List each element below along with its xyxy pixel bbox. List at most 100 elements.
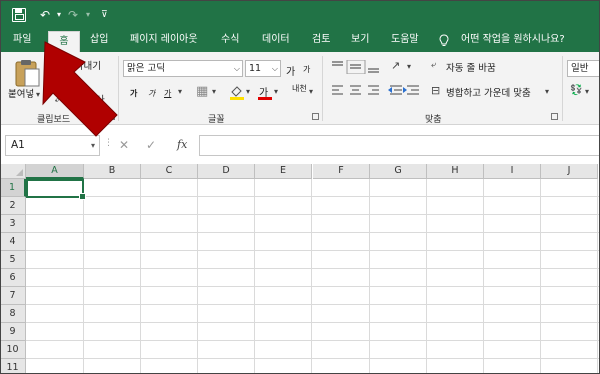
grid-line — [311, 179, 312, 374]
grow-font-button[interactable]: 가 — [286, 63, 295, 78]
copy-icon[interactable]: ⧉ — [54, 75, 61, 86]
border-icon[interactable]: ▦ — [196, 84, 208, 99]
border-dropdown-icon[interactable]: ▾ — [212, 87, 216, 96]
column-header-i[interactable]: I — [484, 164, 541, 179]
merge-center-button[interactable]: 병합하고 가운데 맞춤 — [446, 85, 531, 99]
row-header-7[interactable]: 7 — [0, 287, 26, 305]
chevron-down-icon[interactable]: ▾ — [91, 136, 95, 155]
font-launcher-icon[interactable] — [312, 113, 319, 120]
tab-page-layout[interactable]: 페이지 레이아웃 — [130, 30, 198, 52]
customize-qat-icon[interactable]: ⊽ — [101, 6, 108, 24]
format-painter-icon[interactable]: 🖌 — [54, 92, 67, 103]
tab-review[interactable]: 검토 — [312, 30, 330, 52]
grid-line — [254, 179, 255, 374]
accounting-format-icon[interactable]: 💱 — [570, 85, 582, 96]
column-header-h[interactable]: H — [427, 164, 484, 179]
orientation-dropdown-icon[interactable]: ▾ — [407, 62, 411, 71]
alignment-launcher-icon[interactable] — [551, 113, 558, 120]
column-header-j[interactable]: J — [541, 164, 598, 179]
font-name-combo[interactable]: 맑은 고딕 ⌵ — [123, 60, 243, 77]
tab-view[interactable]: 보기 — [351, 30, 369, 52]
wrap-text-button[interactable]: 자동 줄 바꿈 — [446, 60, 496, 74]
formula-input[interactable] — [199, 135, 600, 156]
row-header-3[interactable]: 3 — [0, 215, 26, 233]
row-header-1[interactable]: 1 — [0, 179, 26, 197]
merge-dropdown-icon[interactable]: ▾ — [545, 87, 549, 96]
insert-function-button[interactable]: fx — [177, 138, 187, 151]
undo-dropdown-icon[interactable]: ▾ — [57, 6, 61, 24]
chevron-down-icon[interactable]: ⌵ — [272, 61, 278, 76]
grid-line — [26, 268, 600, 269]
clipboard-launcher-icon[interactable] — [108, 113, 115, 120]
group-divider — [322, 56, 323, 121]
vertical-align-icons[interactable] — [330, 60, 382, 74]
bold-button[interactable]: 가 — [130, 88, 137, 99]
grid-line — [426, 179, 427, 374]
select-all-button[interactable] — [0, 164, 26, 179]
row-header-11[interactable]: 11 — [0, 359, 26, 374]
chevron-down-icon[interactable]: ⌵ — [234, 61, 240, 76]
cancel-icon[interactable]: ✕ — [119, 138, 129, 152]
clipboard-group-label: 클립보드 — [37, 115, 71, 125]
row-header-8[interactable]: 8 — [0, 305, 26, 323]
row-header-4[interactable]: 4 — [0, 233, 26, 251]
merge-center-icon[interactable]: ⊟ — [431, 84, 440, 97]
number-format-combo[interactable]: 일반 — [567, 60, 600, 77]
column-header-e[interactable]: E — [255, 164, 312, 179]
orientation-icon[interactable]: ↗ — [391, 59, 400, 72]
cut-button[interactable]: 잘라내기 — [66, 58, 101, 72]
column-header-a[interactable]: A — [26, 164, 84, 179]
grid-line — [26, 196, 600, 197]
paste-icon[interactable] — [12, 58, 42, 88]
alignment-group-label: 맞춤 — [425, 115, 442, 125]
row-header-10[interactable]: 10 — [0, 341, 26, 359]
row-header-5[interactable]: 5 — [0, 251, 26, 269]
tab-help[interactable]: 도움말 — [391, 30, 419, 52]
tab-home[interactable]: 홈 — [48, 31, 80, 53]
phonetic-button[interactable]: 내천 — [292, 83, 307, 94]
grid-line — [26, 358, 600, 359]
tab-formulas[interactable]: 수식 — [221, 30, 239, 52]
redo-dropdown-icon[interactable]: ▾ — [86, 6, 90, 24]
column-header-d[interactable]: D — [198, 164, 255, 179]
fill-color-dropdown-icon[interactable]: ▾ — [246, 87, 250, 96]
grid-line — [26, 214, 600, 215]
column-header-g[interactable]: G — [370, 164, 427, 179]
column-header-c[interactable]: C — [141, 164, 198, 179]
cut-icon[interactable]: ✂ — [54, 58, 62, 69]
horizontal-align-icons[interactable] — [330, 84, 420, 96]
column-header-f[interactable]: F — [313, 164, 370, 179]
tab-insert[interactable]: 삽입 — [90, 30, 108, 52]
shrink-font-button[interactable]: 가 — [303, 64, 310, 75]
italic-button[interactable]: 가 — [148, 88, 155, 99]
worksheet-grid[interactable]: ABCDEFGHIJ 1 2 3 4 5 6 7 8 9 10 11 — [0, 164, 600, 374]
phonetic-dropdown-icon[interactable]: ▾ — [309, 87, 313, 96]
accounting-dropdown-icon[interactable]: ▾ — [585, 87, 589, 96]
underline-button[interactable]: 가 — [164, 88, 171, 99]
redo-icon[interactable]: ↷ — [68, 6, 78, 24]
active-cell[interactable] — [26, 179, 86, 200]
name-box[interactable]: A1 ▾ — [5, 135, 100, 156]
fill-color-icon[interactable] — [229, 84, 245, 100]
tab-file[interactable]: 파일 — [13, 30, 31, 52]
row-header-9[interactable]: 9 — [0, 323, 26, 341]
copy-dropdown-icon[interactable]: ▾ — [77, 76, 81, 85]
format-painter-button[interactable]: 사 — [96, 92, 105, 106]
enter-icon[interactable]: ✓ — [146, 138, 156, 152]
tab-data[interactable]: 데이터 — [262, 30, 290, 52]
font-color-dropdown-icon[interactable]: ▾ — [274, 87, 278, 96]
wrap-text-icon[interactable]: ⤶ — [431, 60, 436, 70]
grid-line — [83, 179, 84, 374]
row-header-2[interactable]: 2 — [0, 197, 26, 215]
underline-dropdown-icon[interactable]: ▾ — [178, 87, 182, 96]
row-header-6[interactable]: 6 — [0, 269, 26, 287]
save-icon[interactable] — [12, 8, 26, 22]
tell-me-box[interactable]: 어떤 작업을 원하시나요? — [461, 30, 565, 52]
column-header-b[interactable]: B — [84, 164, 141, 179]
name-box-value: A1 — [11, 139, 25, 151]
formula-bar-handle-icon[interactable]: ⋮ — [104, 138, 113, 148]
undo-icon[interactable]: ↶ — [40, 6, 50, 24]
paste-dropdown-icon[interactable]: ▾ — [36, 90, 40, 99]
font-size-combo[interactable]: 11 ⌵ — [245, 60, 281, 77]
paste-button-label[interactable]: 붙여넣 — [8, 86, 34, 100]
